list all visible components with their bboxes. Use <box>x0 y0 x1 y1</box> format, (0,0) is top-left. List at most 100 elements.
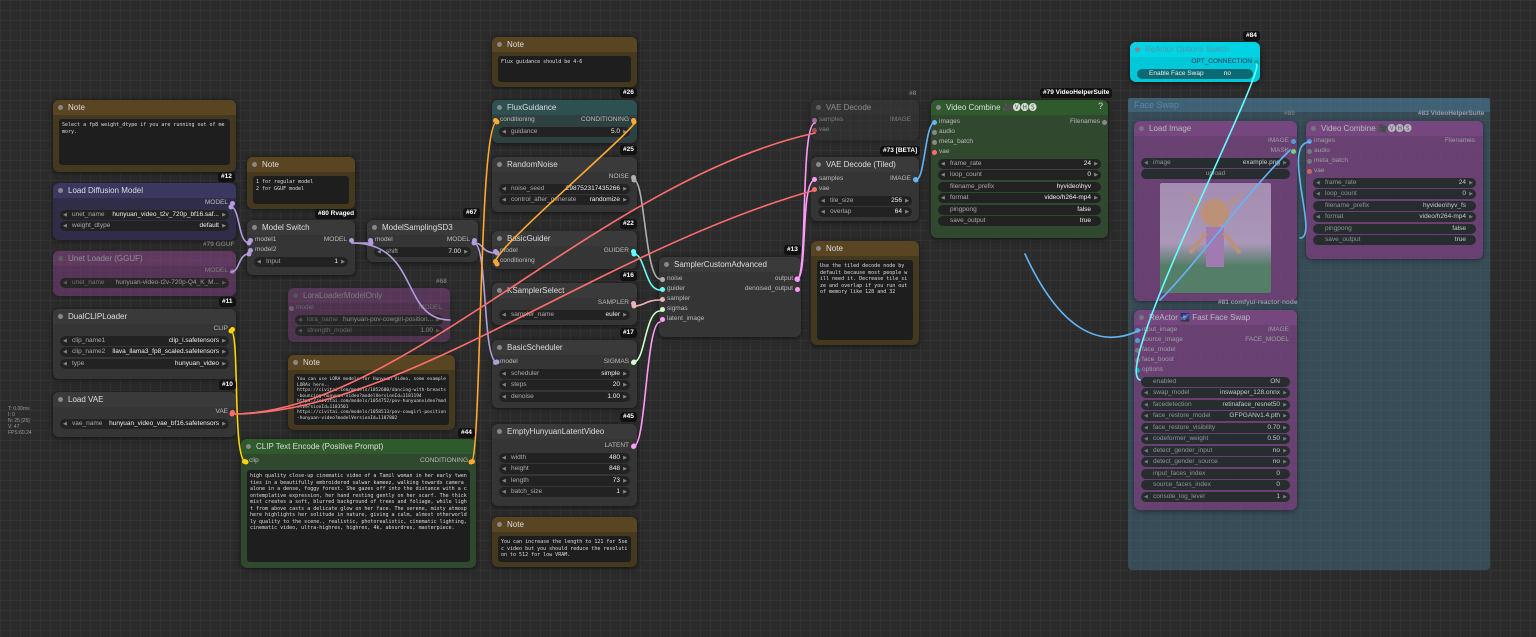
sampler-input-socket[interactable] <box>660 296 665 302</box>
mask-output-socket[interactable] <box>1291 148 1296 154</box>
vae-input-socket[interactable] <box>812 127 817 133</box>
latent-output-socket[interactable] <box>631 443 636 449</box>
model-output-socket[interactable] <box>230 200 235 206</box>
samples-input-socket[interactable] <box>812 117 817 123</box>
swap-model-widget[interactable]: swap_modelinswapper_128.onnx <box>1141 388 1290 398</box>
conditioning-input-socket[interactable] <box>493 258 498 264</box>
load-vae-node[interactable]: Load VAE VAE vae_namehunyuan_video_vae_b… <box>53 392 236 437</box>
model-input-socket[interactable] <box>289 305 294 311</box>
format-widget[interactable]: formatvideo/h264-mp4 <box>938 193 1101 203</box>
clip-output-socket[interactable] <box>230 326 235 332</box>
codeformer-weight-widget[interactable]: codeformer_weight0.50 <box>1141 434 1290 444</box>
image-output-socket[interactable] <box>913 176 918 182</box>
vae-name-widget[interactable]: vae_namehunyuan_video_vae_bf16.safetenso… <box>60 418 229 429</box>
model-output-socket[interactable] <box>230 268 235 274</box>
frame-rate-widget[interactable]: frame_rate24 <box>1313 177 1476 188</box>
ksampler-select-node[interactable]: KSamplerSelect SAMPLER sampler_nameeuler <box>492 283 637 325</box>
filenames-output-socket[interactable] <box>1102 119 1107 125</box>
length-widget[interactable]: length73 <box>499 475 630 486</box>
meta-batch-input-socket[interactable] <box>932 139 937 145</box>
vae-input-socket[interactable] <box>932 149 937 155</box>
model1-input-socket[interactable] <box>248 237 253 243</box>
note-text[interactable]: You can increase the length to 121 for 5… <box>498 536 631 562</box>
audio-input-socket[interactable] <box>932 129 937 135</box>
audio-input-socket[interactable] <box>1307 148 1312 154</box>
vae-decode-node[interactable]: VAE Decode samples IMAGE vae <box>811 100 919 140</box>
model-switch-node[interactable]: Model Switch model1MODEL model2 Input1 <box>247 220 355 275</box>
note-text[interactable]: Select a fp8 weight_dtype if you are run… <box>59 119 230 165</box>
noise-seed-widget[interactable]: noise_seed298752317435266 <box>499 183 630 194</box>
video-combine-faceswap-node[interactable]: Video Combine 🎥🅥🅗🅢 images Filenames audio… <box>1306 121 1483 259</box>
clip-text-encode-node[interactable]: CLIP Text Encode (Positive Prompt) clip C… <box>241 439 476 568</box>
dual-clip-loader-node[interactable]: DualCLIPLoader CLIP clip_name1clip_l.saf… <box>53 309 236 379</box>
type-widget[interactable]: typehunyuan_video <box>60 358 229 369</box>
pingpong-toggle[interactable]: pingpong false <box>938 204 1101 215</box>
load-image-node[interactable]: Load Image IMAGE MASK imageexample.png u… <box>1134 121 1297 301</box>
detect-gender-source-widget[interactable]: detect_gender_sourceno <box>1141 457 1290 467</box>
note-tiled-decode[interactable]: Note Use the tiled decode node by defaul… <box>811 241 919 345</box>
model-output-socket[interactable] <box>472 237 477 243</box>
steps-widget[interactable]: steps20 <box>499 380 630 390</box>
options-socket[interactable] <box>1135 367 1140 373</box>
tile-size-widget[interactable]: tile_size256 <box>818 195 912 206</box>
sigmas-output-socket[interactable] <box>631 359 636 365</box>
note-flux-guidance[interactable]: Note Flux guidance should be 4-6 <box>492 37 637 87</box>
guider-output-socket[interactable] <box>631 248 636 254</box>
note-weight-dtype[interactable]: Note Select a fp8 weight_dtype if you ar… <box>53 100 236 172</box>
images-input-socket[interactable] <box>1307 138 1312 144</box>
clip-name1-widget[interactable]: clip_name1clip_l.safetensors <box>60 335 229 346</box>
lora-loader-node[interactable]: LoraLoaderModelOnly modelMODEL lora_name… <box>288 288 450 342</box>
note-lora[interactable]: Note You can use LORA models for Hunyuan… <box>288 355 455 430</box>
samples-input-socket[interactable] <box>812 176 817 182</box>
enable-face-swap-toggle[interactable]: Enable Face Swap no <box>1137 68 1253 79</box>
reactor-face-swap-node[interactable]: ReActor 🌌 Fast Face Swap input_image IMAG… <box>1134 310 1297 510</box>
model-input-socket[interactable] <box>493 359 498 365</box>
model-input-socket[interactable] <box>368 237 373 243</box>
video-combine-node[interactable]: Video Combine 🎥🅥🅗🅢 ? images Filenames aud… <box>931 100 1108 238</box>
conditioning-output-socket[interactable] <box>470 458 475 464</box>
image-output-socket[interactable] <box>1291 138 1296 144</box>
sampler-output-socket[interactable] <box>631 300 636 306</box>
face-boost-socket[interactable] <box>1135 357 1140 363</box>
width-widget[interactable]: width480 <box>499 452 630 463</box>
face-restore-visibility-widget[interactable]: face_restore_visibility0.70 <box>1141 422 1290 433</box>
model2-input-socket[interactable] <box>248 247 253 253</box>
note-text[interactable]: You can use LORA models for Hunyuan Vide… <box>294 374 449 425</box>
vae-input-socket[interactable] <box>1307 168 1312 174</box>
noise-output-socket[interactable] <box>631 174 636 180</box>
meta-batch-input-socket[interactable] <box>1307 158 1312 164</box>
basic-scheduler-node[interactable]: BasicScheduler modelSIGMAS schedulersimp… <box>492 340 637 408</box>
vae-output-socket[interactable] <box>230 409 235 415</box>
conditioning-input-socket[interactable] <box>493 117 498 123</box>
noise-input-socket[interactable] <box>660 276 665 282</box>
unet-loader-gguf-node[interactable]: Unet Loader (GGUF) MODEL unet_name hunyu… <box>53 251 236 296</box>
loop-count-widget[interactable]: loop_count0 <box>938 170 1101 180</box>
save-output-toggle[interactable]: save_output true <box>1313 235 1476 245</box>
enabled-toggle[interactable]: enabled ON <box>1141 376 1290 387</box>
face-restore-model-widget[interactable]: face_restore_modelGFPGANv1.4.pth <box>1141 411 1290 421</box>
basic-guider-node[interactable]: BasicGuider model GUIDER conditioning <box>492 231 637 269</box>
save-output-toggle[interactable]: save_output true <box>938 216 1101 226</box>
note-text[interactable]: 1 for regular model 2 for GGUF model <box>253 176 349 204</box>
clip-input-socket[interactable] <box>242 458 247 464</box>
empty-hunyuan-latent-node[interactable]: EmptyHunyuanLatentVideo LATENT width480 … <box>492 424 637 506</box>
model-input-socket[interactable] <box>493 248 498 254</box>
shift-widget[interactable]: shift7.00 <box>374 246 471 257</box>
note-text[interactable]: Flux guidance should be 4-6 <box>498 56 631 82</box>
image-widget[interactable]: imageexample.png <box>1141 157 1290 168</box>
loop-count-widget[interactable]: loop_count0 <box>1313 189 1476 199</box>
detect-gender-input-widget[interactable]: detect_gender_inputno <box>1141 445 1290 456</box>
input-faces-index-widget[interactable]: input_faces_index 0 <box>1141 468 1290 479</box>
filename-prefix-widget[interactable]: filename_prefix hyvideo\hyv <box>938 181 1101 192</box>
input-image-socket[interactable] <box>1135 327 1140 333</box>
latent-image-input-socket[interactable] <box>660 316 665 322</box>
batch-size-widget[interactable]: batch_size1 <box>499 487 630 497</box>
vae-input-socket[interactable] <box>812 186 817 192</box>
pingpong-toggle[interactable]: pingpong false <box>1313 223 1476 234</box>
unet-name-widget[interactable]: unet_name hunyuan-video-t2v-720p-Q4_K_M.… <box>60 277 229 288</box>
model-output-socket[interactable] <box>349 237 354 243</box>
help-icon[interactable]: ? <box>1098 101 1103 111</box>
height-widget[interactable]: height848 <box>499 464 630 474</box>
scheduler-widget[interactable]: schedulersimple <box>499 368 630 379</box>
sigmas-input-socket[interactable] <box>660 306 665 312</box>
